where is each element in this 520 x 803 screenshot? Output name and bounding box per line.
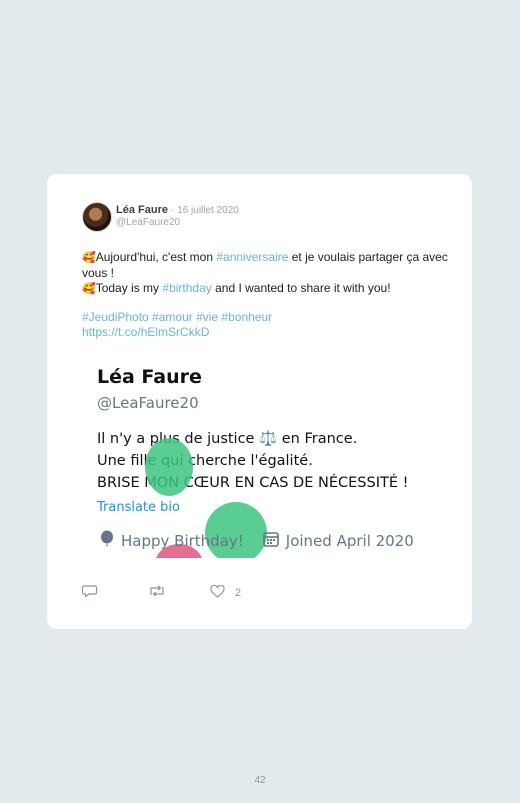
author-handle[interactable]: @LeaFaure20 <box>116 217 180 228</box>
balloon-icon <box>99 530 115 552</box>
smiling-face-hearts-emoji: 🥰 <box>82 283 96 295</box>
tweet-actions: 2 <box>81 584 242 601</box>
like-action[interactable]: 2 <box>210 584 242 601</box>
author-name-text[interactable]: Léa Faure <box>116 204 168 216</box>
tweet-text-fr-a: Aujourd'hui, c'est mon <box>95 250 217 264</box>
profile-meta: Happy Birthday! Joined April 2020 <box>99 530 414 552</box>
profile-name: Léa Faure <box>97 366 202 388</box>
like-count: 2 <box>235 586 242 599</box>
profile-birthday: Happy Birthday! <box>121 532 244 550</box>
author-name[interactable]: Léa Faure · 16 juillet 2020 <box>116 204 239 216</box>
hashtags-link[interactable]: #JeudiPhoto #amour #vie #bonheur <box>82 310 272 325</box>
tweet-line-french: 🥰Aujourd'hui, c'est mon #anniversaire et… <box>82 250 452 281</box>
reply-icon[interactable] <box>81 584 98 601</box>
bio-line-3: BRISE MON CŒUR EN CAS DE NÉCESSITÉ ! <box>97 475 409 491</box>
profile-joined: Joined April 2020 <box>285 532 414 550</box>
smiling-face-hearts-emoji: 🥰 <box>82 252 96 264</box>
retweet-icon[interactable] <box>148 584 166 601</box>
scales-emoji: ⚖️ <box>259 431 278 447</box>
profile-screenshot-image: Léa Faure @LeaFaure20 Il n'y a plus de j… <box>87 358 432 558</box>
tweet-card: Léa Faure · 16 juillet 2020 @LeaFaure20 … <box>47 174 472 629</box>
tweet-text-en-a: Today is my <box>95 281 163 295</box>
balloon-decoration <box>145 438 193 496</box>
tweet-link[interactable]: https://t.co/hElmSrCkkD <box>82 325 272 340</box>
avatar[interactable] <box>82 202 112 232</box>
bio-line-2: Une fille qui cherche l'égalité. <box>97 453 313 469</box>
tweet-date: · 16 juillet 2020 <box>171 205 239 216</box>
bio-line-1: Il n'y a plus de justice ⚖️ en France. <box>97 428 408 450</box>
hashtag-anniversaire[interactable]: #anniversaire <box>216 250 288 264</box>
translate-bio-link: Translate bio <box>97 500 180 515</box>
tweet-line-english: 🥰Today is my #birthday and I wanted to s… <box>82 281 452 297</box>
page-number: 42 <box>254 775 266 786</box>
tweet-text-en-b: and I wanted to share it with you! <box>211 281 391 295</box>
hashtag-birthday[interactable]: #birthday <box>162 281 211 295</box>
like-icon[interactable] <box>210 584 225 601</box>
profile-bio: Il n'y a plus de justice ⚖️ en France. U… <box>97 428 408 494</box>
bio-line-1b: en France. <box>277 431 358 447</box>
calendar-icon <box>262 530 280 552</box>
tweet-text: 🥰Aujourd'hui, c'est mon #anniversaire et… <box>82 250 452 297</box>
hashtag-block: #JeudiPhoto #amour #vie #bonheur https:/… <box>82 310 272 340</box>
profile-handle: @LeaFaure20 <box>97 394 199 412</box>
